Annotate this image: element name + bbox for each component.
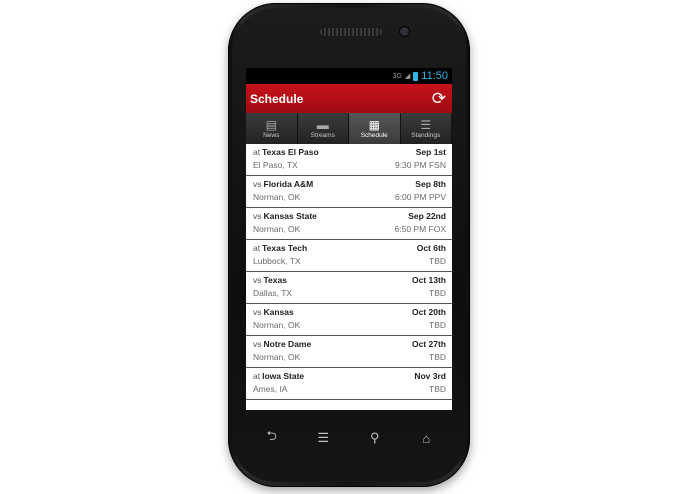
list-item[interactable]: vs Florida A&M Sep 8th Norman, OK 6:00 PM P… <box>246 176 452 208</box>
list-item[interactable]: at Texas Tech Oct 6th Lubbock, TX TBD <box>246 240 452 272</box>
game-date: Oct 20th <box>411 307 446 317</box>
game-location: Lubbock, TX <box>253 256 301 266</box>
game-opponent: Texas Tech <box>262 243 308 253</box>
refresh-icon[interactable]: ⟳ <box>432 90 446 107</box>
tab-label: News <box>263 131 280 139</box>
game-date: Oct 6th <box>416 243 446 253</box>
game-info: TBD <box>429 320 446 330</box>
game-location: Dallas, TX <box>253 288 293 298</box>
game-opponent: Notre Dame <box>263 339 312 349</box>
game-opponent: Iowa State <box>262 371 305 381</box>
schedule-list: at Texas El Paso Sep 1st El Paso, TX 9:30 P… <box>246 144 452 400</box>
game-location: Norman, OK <box>253 192 301 202</box>
game-location: Norman, OK <box>253 320 301 330</box>
list-item[interactable]: vs Notre Dame Oct 27th Norman, OK TBD <box>246 336 452 368</box>
tab-label: Streams <box>310 131 335 139</box>
calendar-icon: ▦ <box>368 117 380 132</box>
status-time: 11:50 <box>421 70 448 82</box>
list-icon: ☰ <box>420 117 432 132</box>
game-info: 6:00 PM PPV <box>394 192 446 202</box>
tab-label: Schedule <box>360 131 388 139</box>
game-date: Sep 8th <box>415 179 446 189</box>
game-opponent: Texas <box>263 275 287 285</box>
list-item[interactable]: vs Kansas Oct 20th Norman, OK TBD <box>246 304 452 336</box>
list-item[interactable]: vs Kansas State Sep 22nd Norman, OK 6:50 PM… <box>246 208 452 240</box>
status-bar: 3G ◢ 11:50 <box>246 68 452 84</box>
game-location: Ames, IA <box>253 384 288 394</box>
battery-icon <box>413 71 419 81</box>
search-icon[interactable]: ⚲ <box>360 430 390 446</box>
game-location: El Paso, TX <box>253 160 298 170</box>
game-opponent: Texas El Paso <box>262 147 319 157</box>
game-date: Sep 1st <box>415 147 446 157</box>
game-info: 9:30 PM FSN <box>394 160 446 170</box>
game-date: Sep 22nd <box>408 211 446 221</box>
list-item[interactable]: at Iowa State Nov 3rd Ames, IA TBD <box>246 368 452 400</box>
game-prefix: vs <box>253 179 262 189</box>
game-prefix: at <box>253 147 261 157</box>
home-icon[interactable]: ⌂ <box>411 431 441 446</box>
game-location: Norman, OK <box>253 224 301 234</box>
game-date: Nov 3rd <box>414 371 446 381</box>
game-info: 6:50 PM FOX <box>394 224 447 234</box>
tab-bar: ▤ News ▬ Streams ▦ Schedule ☰ Standings <box>246 113 452 144</box>
game-prefix: vs <box>253 275 262 285</box>
front-camera <box>400 27 409 36</box>
game-info: TBD <box>429 288 446 298</box>
game-info: TBD <box>429 352 446 362</box>
earpiece-speaker <box>320 28 382 36</box>
action-bar: Schedule ⟳ <box>246 84 452 113</box>
news-icon: ▤ <box>265 117 277 132</box>
video-icon: ▬ <box>316 117 329 132</box>
menu-icon[interactable]: ☰ <box>308 430 338 446</box>
game-info: TBD <box>429 256 446 266</box>
game-date: Oct 27th <box>411 339 446 349</box>
game-prefix: vs <box>253 339 262 349</box>
network-indicator: 3G <box>392 72 402 80</box>
game-prefix: at <box>253 243 261 253</box>
list-item[interactable]: at Texas El Paso Sep 1st El Paso, TX 9:30 P… <box>246 144 452 176</box>
list-item[interactable]: vs Texas Oct 13th Dallas, TX TBD <box>246 272 452 304</box>
tab-news[interactable]: ▤ News <box>246 113 298 144</box>
tab-streams[interactable]: ▬ Streams <box>297 113 349 144</box>
game-prefix: at <box>253 371 261 381</box>
game-prefix: vs <box>253 307 262 317</box>
screen: 3G ◢ 11:50 Schedule ⟳ ▤ News ▬ Streams ▦… <box>246 68 452 410</box>
page-title: Schedule <box>250 91 304 106</box>
tab-schedule[interactable]: ▦ Schedule <box>349 113 401 144</box>
game-opponent: Kansas <box>263 307 294 317</box>
game-opponent: Kansas State <box>263 211 317 221</box>
tab-label: Standings <box>411 131 441 139</box>
game-info: TBD <box>429 384 446 394</box>
back-icon[interactable]: ⮌ <box>257 427 287 449</box>
hardware-nav-bar: ⮌ ☰ ⚲ ⌂ <box>246 424 452 452</box>
tab-standings[interactable]: ☰ Standings <box>400 113 452 144</box>
game-prefix: vs <box>253 211 262 221</box>
game-date: Oct 13th <box>411 275 446 285</box>
game-opponent: Florida A&M <box>263 179 314 189</box>
game-location: Norman, OK <box>253 352 301 362</box>
signal-icon: ◢ <box>404 73 411 80</box>
